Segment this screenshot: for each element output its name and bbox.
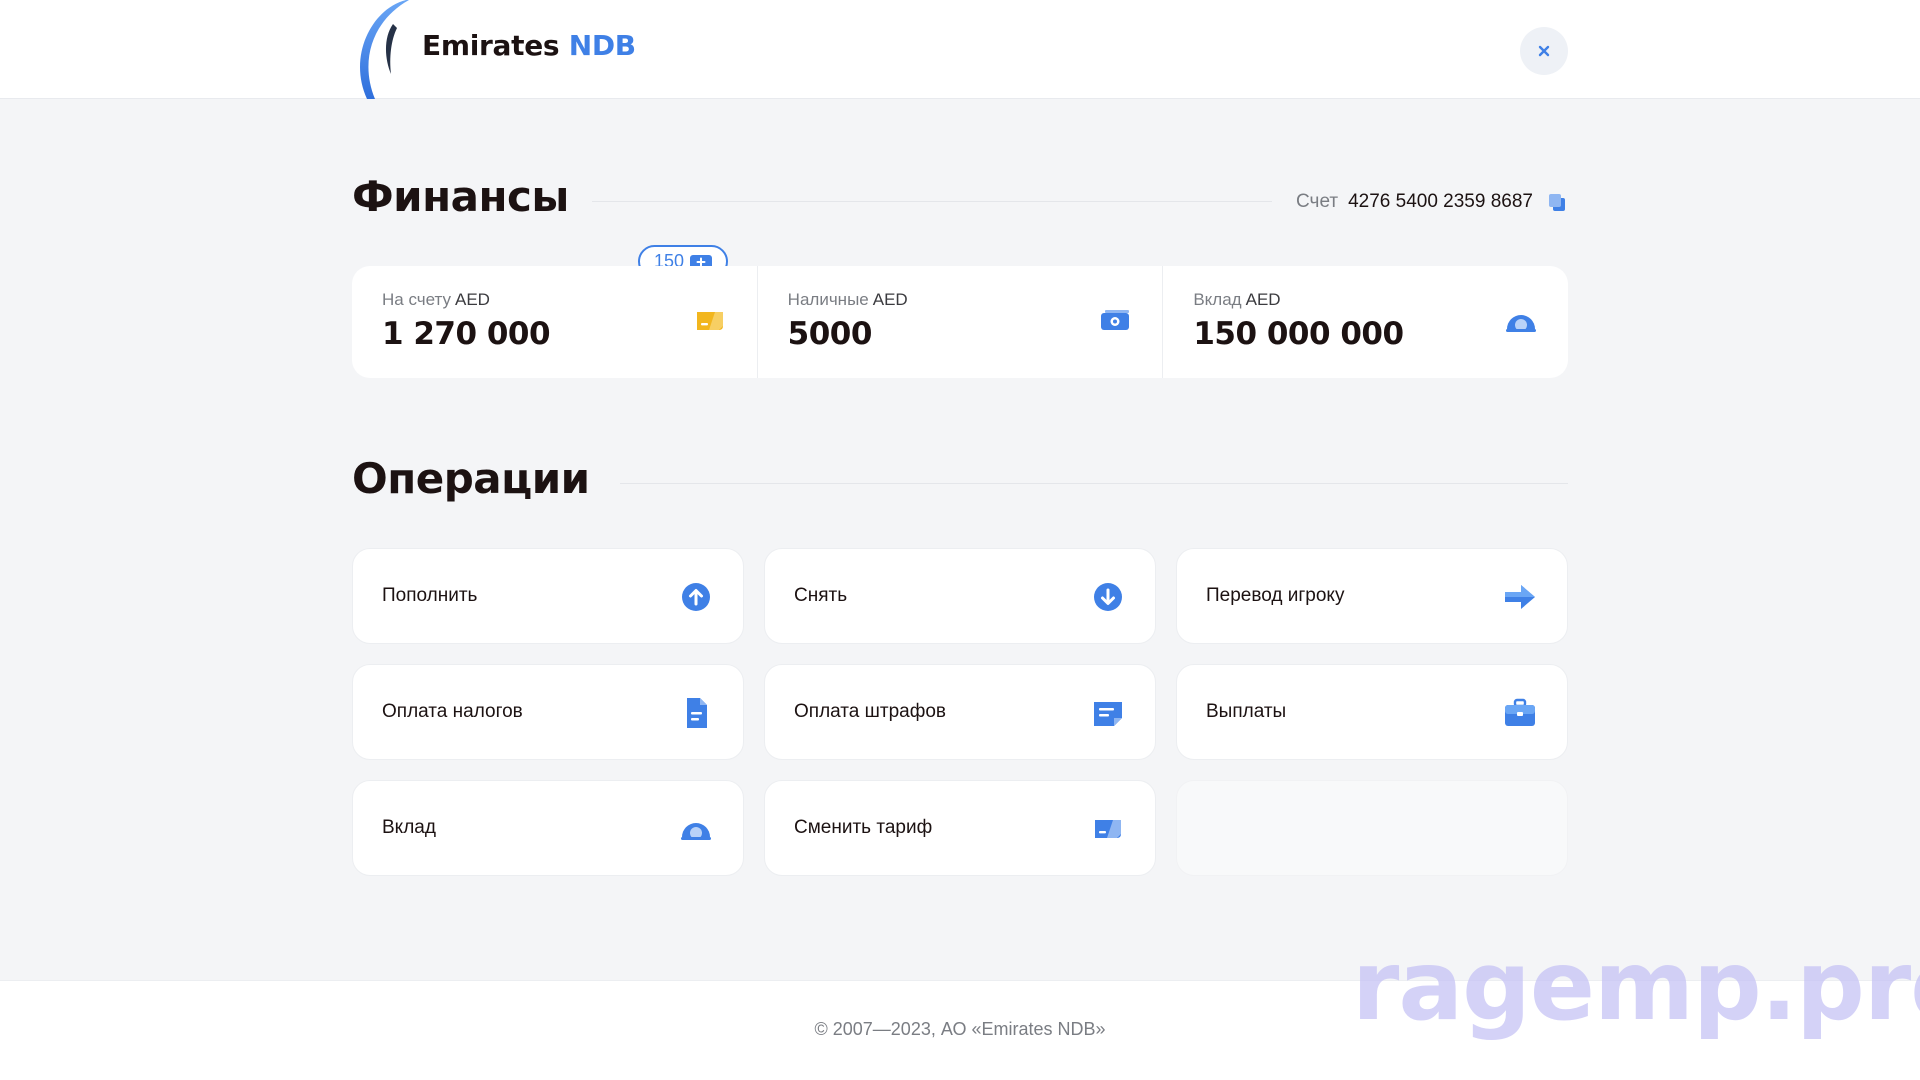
operations-divider [620,483,1568,484]
close-button[interactable] [1520,27,1568,75]
op-payouts-button[interactable]: Выплаты [1176,664,1568,760]
deposit-value: 150 000 000 [1193,316,1404,352]
op-pay-taxes-button[interactable]: Оплата налогов [352,664,744,760]
balance-value: 1 270 000 [382,316,551,352]
logo-word-ndb: NDB [568,29,636,62]
account-number[interactable]: 4276 5400 2359 8687 [1348,191,1533,213]
op-pay-fines-button[interactable]: Оплата штрафов [764,664,1156,760]
copy-icon[interactable] [1547,192,1567,212]
op-label: Оплата налогов [382,701,523,722]
logo: Emirates NDB [351,0,671,99]
op-transfer-button[interactable]: Перевод игроку [1176,548,1568,644]
op-deposit-funds-button[interactable]: Пополнить [352,548,744,644]
arrow-down-circle-icon [1094,583,1122,611]
op-label: Выплаты [1206,701,1287,722]
balance-cell: На счету AED 1 270 000 [352,266,757,378]
logo-text: Emirates NDB [422,29,636,62]
logo-swoosh-icon [360,0,409,99]
watermark: ragemp.pro [1352,930,1920,1042]
briefcase-icon [1505,698,1535,726]
op-label: Перевод игроку [1206,585,1345,606]
arrow-right-icon [1505,585,1535,609]
ticket-icon [1094,702,1122,726]
close-icon [1538,45,1550,57]
cash-label-text: Наличные [787,290,869,309]
finances-panel: На счету AED 1 270 000 Наличные AED 5000 В… [352,266,1568,378]
document-icon [687,698,707,728]
deposit-cell: Вклад AED 150 000 000 [1162,266,1568,378]
deposit-icon [681,823,711,840]
balance-label-text: На счету [382,290,451,309]
op-withdraw-button[interactable]: Снять [764,548,1156,644]
cash-value: 5000 [787,316,873,352]
op-empty-slot [1176,780,1568,876]
balance-currency: AED [455,290,490,309]
deposit-label-text: Вклад [1193,290,1242,309]
op-label: Оплата штрафов [794,701,947,722]
finances-divider [592,201,1272,202]
card-icon [696,312,723,330]
card-icon [1095,820,1121,838]
finances-title: Финансы [352,172,569,221]
balance-label: На счету AED [382,290,490,310]
op-label: Снять [794,585,848,606]
op-label: Вклад [382,817,436,838]
header: Emirates NDB [0,0,1920,99]
logo-word-emirates: Emirates [422,29,560,62]
deposit-label: Вклад AED [1193,290,1280,310]
operations-grid: Пополнить Снять Перевод игроку Оплата на… [352,548,1568,876]
cash-label: Наличные AED [788,290,908,310]
op-change-tariff-button[interactable]: Сменить тариф [764,780,1156,876]
op-label: Пополнить [382,585,478,606]
account-label: Счет [1296,191,1339,212]
deposit-currency: AED [1245,290,1281,309]
cash-icon [1101,310,1130,330]
cash-currency: AED [872,290,908,309]
operations-title: Операции [352,454,590,503]
deposit-icon [1506,315,1537,332]
account-number-block: Счет 4276 5400 2359 8687 [1296,190,1567,214]
op-label: Сменить тариф [794,817,933,838]
op-deposit-button[interactable]: Вклад [352,780,744,876]
arrow-up-circle-icon [682,583,710,611]
cash-cell: Наличные AED 5000 [756,266,1163,378]
